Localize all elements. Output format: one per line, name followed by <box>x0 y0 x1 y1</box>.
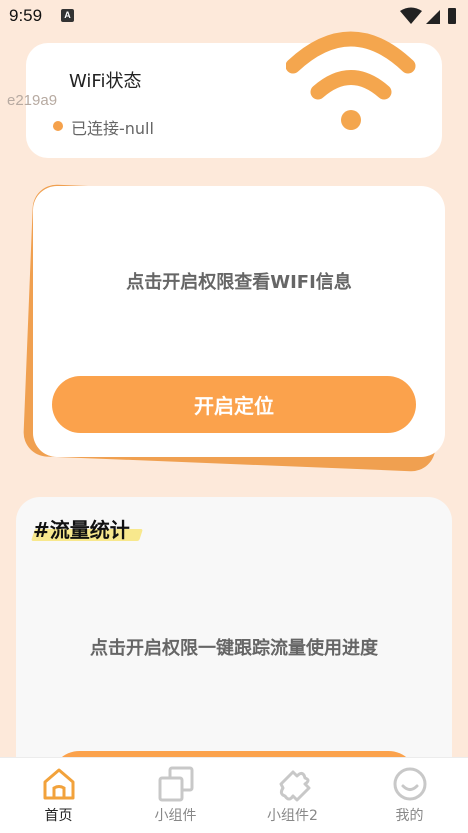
bottom-tab-bar: 首页 小组件 小组件2 我的 <box>0 757 468 833</box>
wifi-icon <box>286 31 416 130</box>
tab-widgets-label: 小组件 <box>154 808 197 824</box>
wifi-connection-status: 已连接-null <box>71 119 154 138</box>
tab-mine-label: 我的 <box>395 808 424 824</box>
tab-home-label: 首页 <box>44 808 73 824</box>
status-time: 9:59 <box>9 6 43 25</box>
status-icons <box>400 7 456 24</box>
wifi-card-title: WiFi状态 <box>69 71 142 92</box>
home-icon <box>43 768 74 800</box>
tab-widgets[interactable]: 小组件 <box>117 758 234 833</box>
tab-mine[interactable]: 我的 <box>351 758 468 833</box>
traffic-message: 点击开启权限一键跟踪流量使用进度 <box>90 638 378 659</box>
widgets-icon <box>158 766 193 802</box>
connection-dot-icon <box>53 121 63 131</box>
traffic-card-title: #流量统计 <box>33 518 130 542</box>
watermark-text: e219a9 <box>7 92 58 109</box>
notification-icon: A <box>61 9 74 22</box>
cell-signal-icon <box>426 10 440 24</box>
puzzle-icon <box>279 770 310 802</box>
wifi-signal-icon <box>400 7 422 24</box>
permission-card: 点击开启权限查看WIFI信息 开启定位 <box>33 186 445 457</box>
tab-home[interactable]: 首页 <box>0 758 117 833</box>
battery-icon <box>448 8 456 24</box>
tab-widgets2[interactable]: 小组件2 <box>234 758 351 833</box>
profile-icon <box>393 767 426 801</box>
enable-location-button[interactable]: 开启定位 <box>52 376 416 433</box>
status-bar: 9:59 A <box>0 0 468 34</box>
permission-message: 点击开启权限查看WIFI信息 <box>126 272 352 293</box>
tab-widgets2-label: 小组件2 <box>267 808 318 824</box>
